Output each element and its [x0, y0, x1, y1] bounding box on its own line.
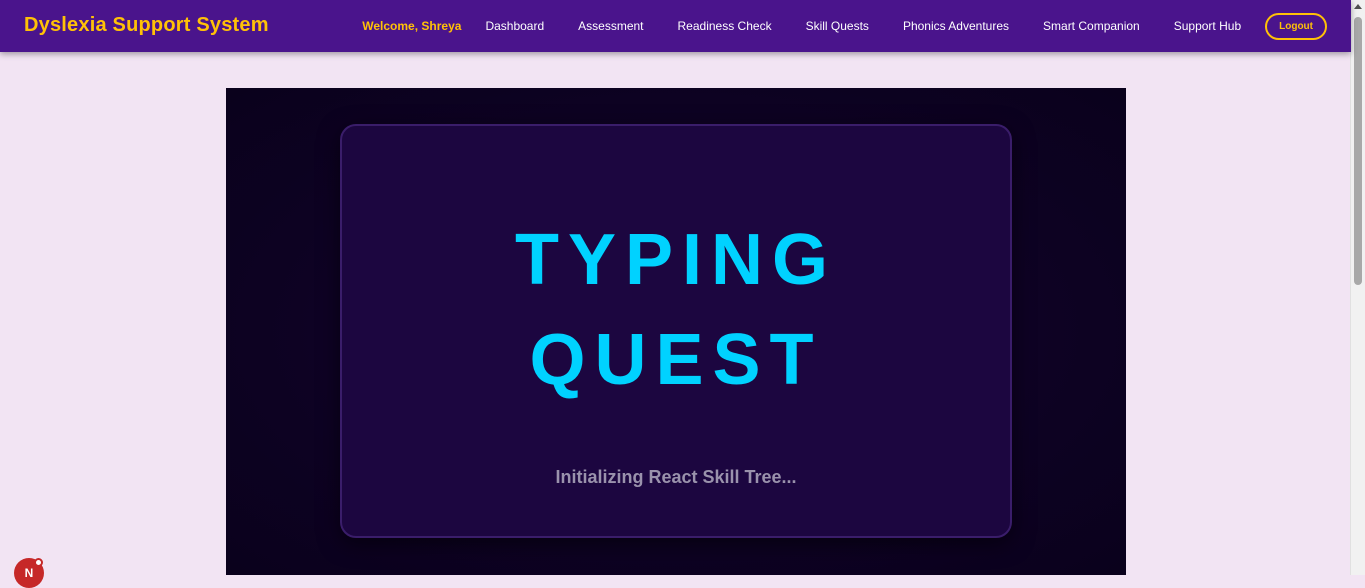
game-stage: TYPING QUEST Initializing React Skill Tr…: [226, 88, 1126, 575]
welcome-text: Welcome, Shreya: [362, 19, 462, 33]
nav-menu: Welcome, Shreya Dashboard Assessment Rea…: [362, 0, 1327, 52]
nav-readiness-check[interactable]: Readiness Check: [678, 19, 772, 33]
nav-support-hub[interactable]: Support Hub: [1174, 19, 1241, 33]
nav-phonics-adventures[interactable]: Phonics Adventures: [903, 19, 1009, 33]
page-scrollbar[interactable]: [1350, 0, 1365, 575]
top-navbar: Dyslexia Support System Welcome, Shreya …: [0, 0, 1351, 52]
nav-smart-companion[interactable]: Smart Companion: [1043, 19, 1140, 33]
nav-dashboard[interactable]: Dashboard: [485, 19, 544, 33]
game-title-line1: TYPING: [514, 220, 838, 300]
brand-title[interactable]: Dyslexia Support System: [24, 14, 269, 37]
notification-dot-icon: [34, 558, 43, 567]
scrollbar-thumb[interactable]: [1354, 17, 1362, 285]
game-title-line2: QUEST: [529, 320, 823, 400]
nav-skill-quests[interactable]: Skill Quests: [806, 19, 869, 33]
loading-card: TYPING QUEST Initializing React Skill Tr…: [340, 124, 1012, 538]
logout-button[interactable]: Logout: [1265, 12, 1327, 40]
nav-assessment[interactable]: Assessment: [578, 19, 643, 33]
scroll-up-arrow-icon[interactable]: [1354, 4, 1362, 9]
loading-status-text: Initializing React Skill Tree...: [555, 467, 797, 487]
